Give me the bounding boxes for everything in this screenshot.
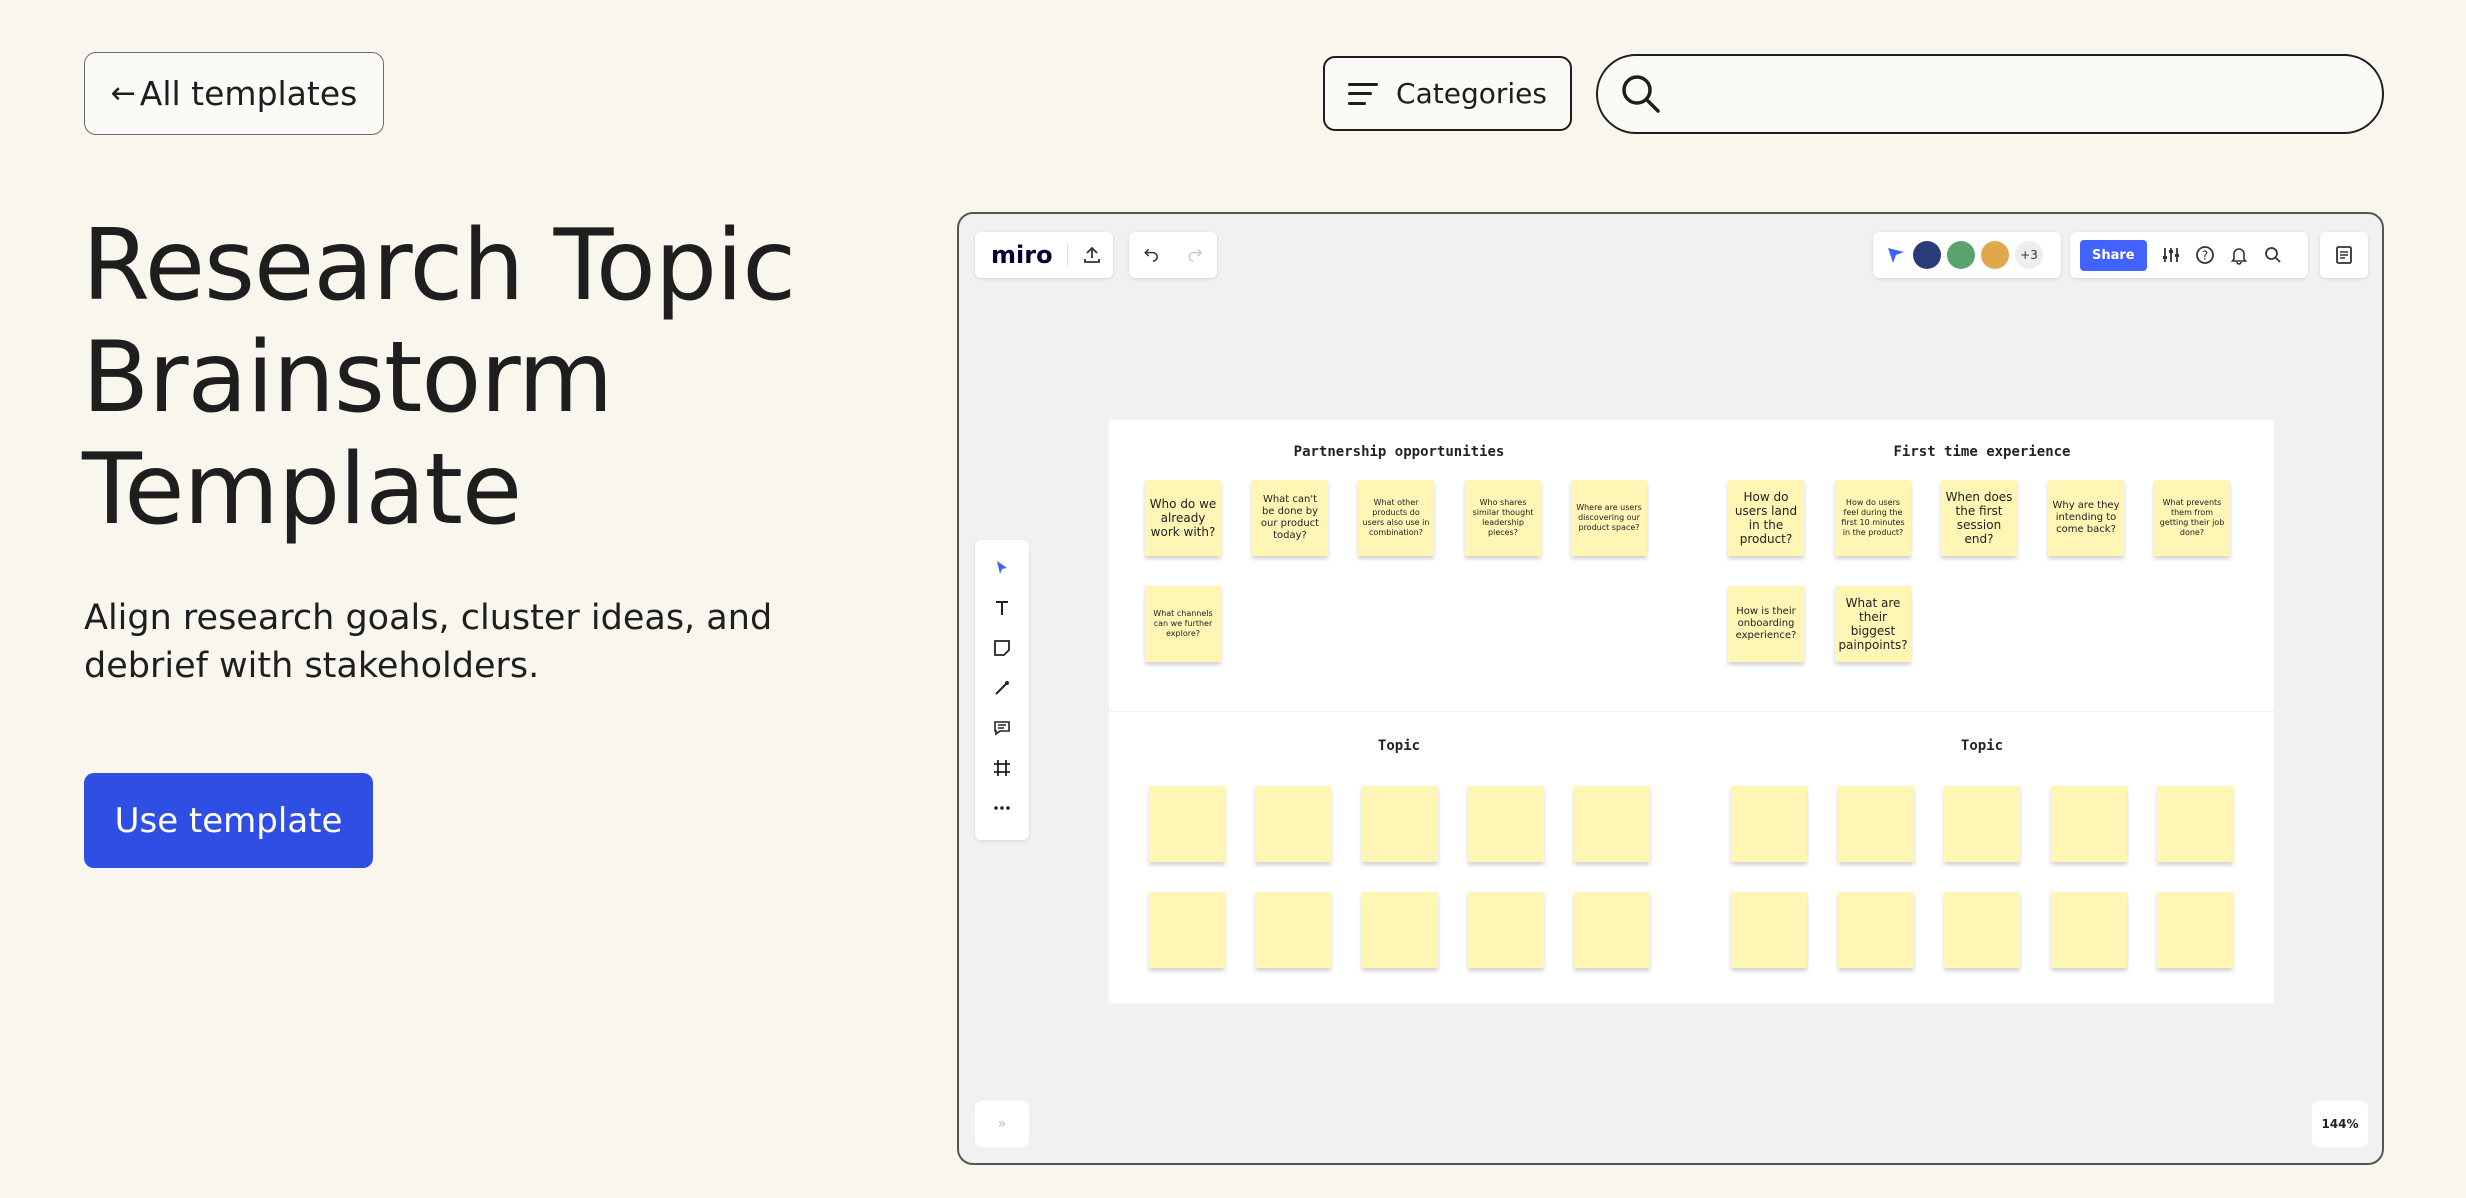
sticky-note-empty[interactable] xyxy=(1838,786,1914,862)
comment-icon[interactable] xyxy=(993,719,1011,741)
zoom-level[interactable]: 144% xyxy=(2312,1101,2368,1147)
sticky-note[interactable]: When does the first session end? xyxy=(1941,480,2017,556)
notes-panel-toggle[interactable] xyxy=(2320,232,2368,278)
cursor-flag-icon[interactable] xyxy=(1885,244,1907,266)
sticky-note-empty[interactable] xyxy=(1468,786,1544,862)
arrow-left-icon: ← xyxy=(110,76,136,111)
collaborators-bar: +3 xyxy=(1873,232,2061,278)
avatar[interactable] xyxy=(1981,241,2009,269)
sticky-note-empty[interactable] xyxy=(1362,892,1438,968)
select-cursor-icon[interactable] xyxy=(993,559,1011,581)
sticky-note-empty[interactable] xyxy=(2051,786,2127,862)
sticky-note-empty[interactable] xyxy=(1149,892,1225,968)
sticky-note-empty[interactable] xyxy=(1468,892,1544,968)
settings-sliders-icon[interactable] xyxy=(2161,245,2181,265)
search-bar[interactable] xyxy=(1596,54,2384,134)
svg-text:?: ? xyxy=(2201,249,2207,263)
share-button[interactable]: Share xyxy=(2080,239,2147,271)
sticky-note[interactable]: Who do we already work with? xyxy=(1145,480,1221,556)
avatar[interactable] xyxy=(1913,241,1941,269)
sticky-note[interactable]: Why are they intending to come back? xyxy=(2048,480,2124,556)
text-tool-icon[interactable] xyxy=(993,599,1011,621)
sticky-note-empty[interactable] xyxy=(1944,786,2020,862)
sticky-note[interactable]: What are their biggest painpoints? xyxy=(1835,586,1911,662)
sticky-note[interactable]: What channels can we further explore? xyxy=(1145,586,1221,662)
sticky-note-empty[interactable] xyxy=(1362,786,1438,862)
quadrant-title-first-time: First time experience xyxy=(1893,444,2071,460)
sticky-note-icon[interactable] xyxy=(993,639,1011,661)
template-preview[interactable]: miro +3 Share ? Partnership opportunitie… xyxy=(957,212,2384,1165)
sticky-note-empty[interactable] xyxy=(1149,786,1225,862)
sticky-note[interactable]: How do users feel during the first 10 mi… xyxy=(1835,480,1911,556)
undo-icon[interactable] xyxy=(1141,245,1161,265)
sticky-note-empty[interactable] xyxy=(1255,892,1331,968)
sticky-note[interactable]: How is their onboarding experience? xyxy=(1728,586,1804,662)
avatar[interactable] xyxy=(1947,241,1975,269)
sticky-note-empty[interactable] xyxy=(1838,892,1914,968)
sticky-note-empty[interactable] xyxy=(1944,892,2020,968)
use-template-button[interactable]: Use template xyxy=(84,773,373,868)
redo-icon[interactable] xyxy=(1185,245,1205,265)
toolbar-divider xyxy=(1066,243,1068,267)
miro-logo: miro xyxy=(991,241,1053,269)
menu-icon xyxy=(1348,82,1379,105)
search-icon[interactable] xyxy=(2263,245,2283,265)
sticky-note[interactable]: Who shares similar thought leadership pi… xyxy=(1465,480,1541,556)
frame-icon[interactable] xyxy=(993,759,1011,781)
upload-icon[interactable] xyxy=(1082,245,1102,265)
quadrant-title-topic: Topic xyxy=(1377,738,1421,754)
board-main-toolbar: miro xyxy=(975,232,1113,278)
help-icon[interactable]: ? xyxy=(2195,245,2215,265)
sticky-note[interactable]: What can't be done by our product today? xyxy=(1252,480,1328,556)
pen-icon[interactable] xyxy=(993,679,1011,701)
sticky-note-empty[interactable] xyxy=(1731,892,1807,968)
page-title: Research Topic Brainstorm Template xyxy=(82,209,796,547)
sticky-note-empty[interactable] xyxy=(2157,892,2233,968)
all-templates-label: All templates xyxy=(139,74,358,113)
search-icon xyxy=(1622,75,1660,113)
more-tools-icon[interactable] xyxy=(993,799,1011,821)
sticky-note-empty[interactable] xyxy=(1255,786,1331,862)
bell-icon[interactable] xyxy=(2229,245,2249,265)
quadrant-title-partnership: Partnership opportunities xyxy=(1293,444,1505,460)
page-subtitle: Align research goals, cluster ideas, and… xyxy=(84,598,773,686)
quadrant-divider xyxy=(1109,711,2274,712)
sticky-note[interactable]: What prevents them from getting their jo… xyxy=(2154,480,2230,556)
all-templates-button[interactable]: ← All templates xyxy=(84,52,384,135)
sticky-note-empty[interactable] xyxy=(1574,892,1650,968)
sticky-note-empty[interactable] xyxy=(1731,786,1807,862)
expand-panel-button[interactable]: » xyxy=(975,1101,1029,1147)
sticky-note[interactable]: Where are users discovering our product … xyxy=(1571,480,1647,556)
categories-button[interactable]: Categories xyxy=(1323,56,1572,131)
search-input[interactable] xyxy=(1674,63,2382,125)
sticky-note[interactable]: What other products do users also use in… xyxy=(1358,480,1434,556)
sticky-note-empty[interactable] xyxy=(2157,786,2233,862)
creation-toolbar xyxy=(975,540,1029,840)
categories-label: Categories xyxy=(1396,77,1547,110)
share-toolbar: Share ? xyxy=(2070,232,2308,278)
more-collaborators-badge[interactable]: +3 xyxy=(2015,241,2043,269)
sticky-note-empty[interactable] xyxy=(2051,892,2127,968)
sticky-note-empty[interactable] xyxy=(1574,786,1650,862)
quadrant-title-topic: Topic xyxy=(1960,738,2004,754)
undo-redo-toolbar xyxy=(1129,232,1217,278)
board-canvas[interactable]: Partnership opportunities First time exp… xyxy=(1109,420,2274,1003)
sticky-note[interactable]: How do users land in the product? xyxy=(1728,480,1804,556)
document-icon xyxy=(2336,246,2352,264)
